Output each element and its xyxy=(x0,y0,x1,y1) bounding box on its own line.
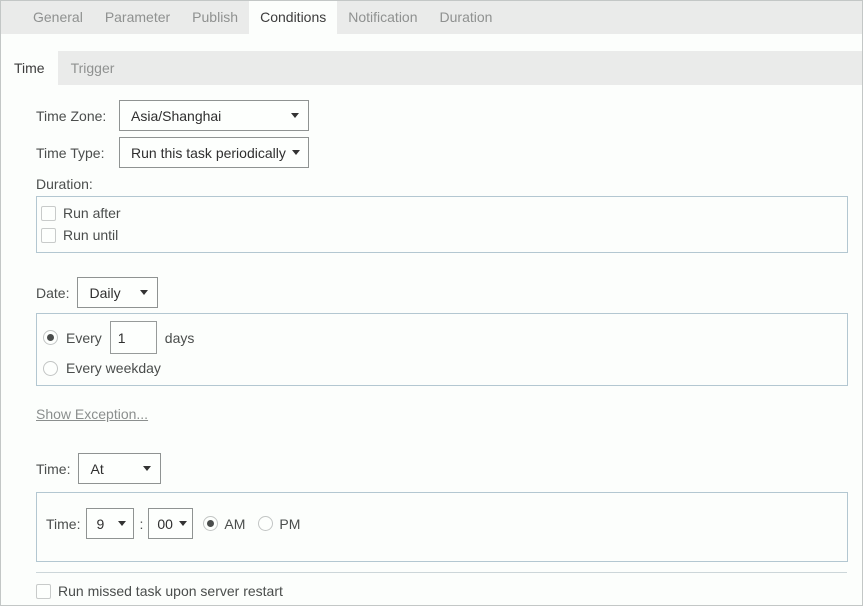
time-mode-value: At xyxy=(90,461,103,477)
date-select[interactable]: Daily xyxy=(77,277,158,308)
every-weekday-radio[interactable] xyxy=(43,361,58,376)
hour-select[interactable]: 9 xyxy=(86,508,134,539)
minute-select[interactable]: 00 xyxy=(148,508,193,539)
bottom-divider xyxy=(36,572,847,573)
tab-parameter[interactable]: Parameter xyxy=(94,1,181,34)
chevron-down-icon xyxy=(292,150,300,155)
run-until-label: Run until xyxy=(63,227,118,243)
run-after-option[interactable]: Run after xyxy=(41,202,847,224)
time-separator: : xyxy=(139,516,143,532)
every-weekday-option[interactable]: Every weekday xyxy=(43,360,847,376)
time-type-select[interactable]: Run this task periodically xyxy=(119,137,309,168)
meridiem-group: AM PM xyxy=(203,516,313,532)
recurrence-box: Every days Every weekday xyxy=(36,313,848,386)
tab-conditions[interactable]: Conditions xyxy=(249,1,337,34)
time-mode-label: Time: xyxy=(36,461,70,477)
time-zone-select[interactable]: Asia/Shanghai xyxy=(119,100,309,131)
time-mode-select[interactable]: At xyxy=(78,453,161,484)
missed-task-checkbox[interactable] xyxy=(36,584,51,599)
conditions-subtabbar: Time Trigger xyxy=(1,51,862,85)
chevron-down-icon xyxy=(118,521,126,526)
main-tabbar: General Parameter Publish Conditions Not… xyxy=(1,1,862,34)
time-zone-value: Asia/Shanghai xyxy=(131,108,221,124)
time-zone-label: Time Zone: xyxy=(36,108,119,124)
tabbar-spacer xyxy=(1,34,862,51)
missed-task-label: Run missed task upon server restart xyxy=(58,583,283,599)
date-value: Daily xyxy=(89,285,120,301)
pm-label: PM xyxy=(279,516,300,532)
missed-task-option[interactable]: Run missed task upon server restart xyxy=(36,582,848,600)
time-settings-panel: Time Zone: Asia/Shanghai Time Type: Run … xyxy=(1,100,862,600)
time-type-label: Time Type: xyxy=(36,145,119,161)
show-exception-link[interactable]: Show Exception... xyxy=(36,406,148,422)
chevron-down-icon xyxy=(140,290,148,295)
time-type-row: Time Type: Run this task periodically xyxy=(36,137,848,168)
time-type-value: Run this task periodically xyxy=(131,145,286,161)
every-weekday-label: Every weekday xyxy=(66,360,161,376)
every-days-input[interactable] xyxy=(110,321,157,354)
duration-label: Duration: xyxy=(36,176,848,192)
chevron-down-icon xyxy=(179,521,187,526)
am-label: AM xyxy=(224,516,245,532)
every-days-radio[interactable] xyxy=(43,330,58,345)
am-radio[interactable] xyxy=(203,516,218,531)
tab-duration[interactable]: Duration xyxy=(429,1,504,34)
every-days-option[interactable]: Every days xyxy=(43,321,847,354)
date-label: Date: xyxy=(36,285,69,301)
chevron-down-icon xyxy=(143,466,151,471)
tab-publish[interactable]: Publish xyxy=(181,1,249,34)
pm-radio[interactable] xyxy=(258,516,273,531)
run-until-option[interactable]: Run until xyxy=(41,224,847,246)
time-detail-label: Time: xyxy=(46,516,80,532)
run-until-checkbox[interactable] xyxy=(41,228,56,243)
task-scheduler-panel: General Parameter Publish Conditions Not… xyxy=(0,0,863,606)
run-after-checkbox[interactable] xyxy=(41,206,56,221)
every-days-suffix: days xyxy=(165,330,195,346)
time-detail-box: Time: 9 : 00 AM PM xyxy=(36,492,848,562)
run-after-label: Run after xyxy=(63,205,121,221)
subtab-time[interactable]: Time xyxy=(1,51,58,85)
tab-general[interactable]: General xyxy=(22,1,94,34)
duration-box: Run after Run until xyxy=(36,196,848,253)
chevron-down-icon xyxy=(291,113,299,118)
minute-value: 00 xyxy=(157,516,173,532)
hour-value: 9 xyxy=(96,516,104,532)
date-row: Date: Daily xyxy=(36,277,848,308)
time-zone-row: Time Zone: Asia/Shanghai xyxy=(36,100,848,131)
tab-notification[interactable]: Notification xyxy=(337,1,428,34)
time-mode-row: Time: At xyxy=(36,453,848,484)
subtab-trigger[interactable]: Trigger xyxy=(58,51,128,85)
every-days-prefix: Every xyxy=(66,330,102,346)
time-detail-row: Time: 9 : 00 AM PM xyxy=(46,508,847,539)
